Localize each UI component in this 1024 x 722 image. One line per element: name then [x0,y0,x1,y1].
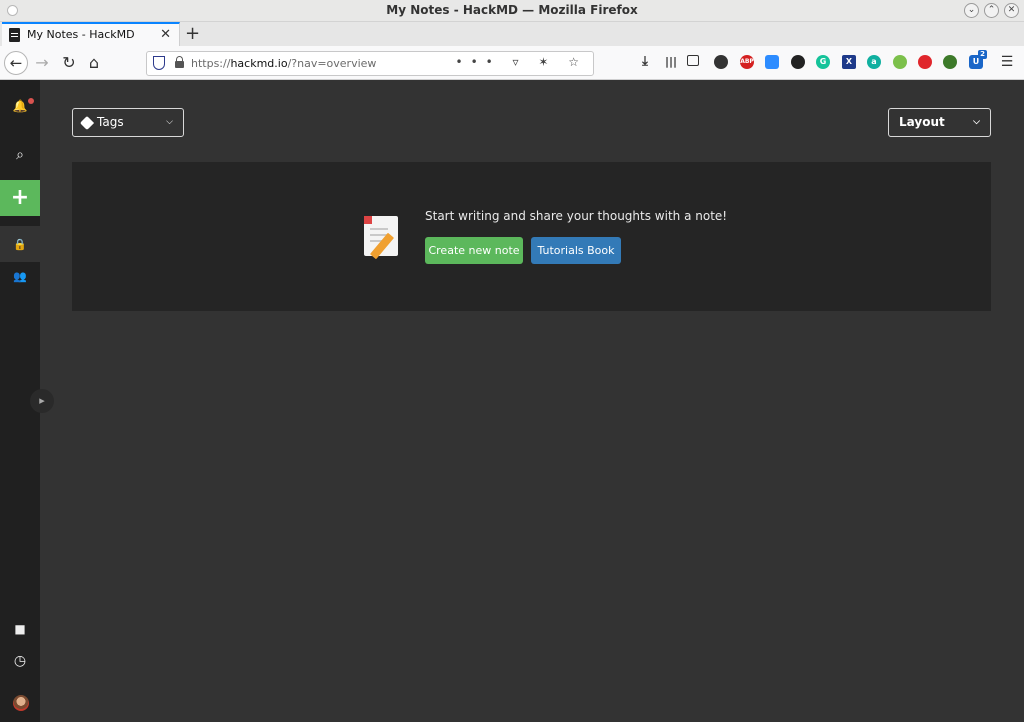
sidebar-collapse-handle[interactable]: ▸ [30,389,54,413]
chevron-down-icon: ⌵ [973,117,980,127]
close-window-button[interactable]: ✕ [1004,3,1019,18]
account-icon[interactable] [714,55,728,69]
url-text[interactable]: https://hackmd.io/?nav=overview [191,57,376,70]
zoom-extension-icon[interactable] [765,55,779,69]
library-icon[interactable]: ||| [664,55,678,69]
notification-dot [28,98,34,104]
create-new-note-button[interactable]: Create new note [425,237,523,264]
maximize-button[interactable]: ⌃ [984,3,999,18]
hackmd-app: 🔔 ⌕ + 🔒 👥 ■ ◷ ▸ Tags ⌵ Layout ⌵ Start wr… [0,80,1024,722]
note-pencil-icon [364,216,398,260]
tab-close-icon[interactable]: ✕ [160,27,171,42]
tab-title: My Notes - HackMD [27,28,135,41]
history-icon[interactable]: ◷ [0,643,40,679]
empty-state-message: Start writing and share your thoughts wi… [425,209,728,223]
back-button[interactable]: ← [4,51,28,75]
extension-badge: 2 [978,50,987,59]
adblock-plus-icon[interactable]: ABP [740,55,754,69]
new-note-button[interactable]: + [0,180,40,216]
hamburger-menu-icon[interactable]: ☰ [1000,55,1014,69]
red-extension-icon[interactable] [918,55,932,69]
chevron-down-icon: ⌵ [166,117,173,127]
bell-glyph: 🔔 [12,99,28,113]
lock-icon[interactable] [175,56,184,68]
search-icon[interactable]: ⌕ [0,137,40,173]
minimize-button[interactable]: ⌄ [964,3,979,18]
tutorials-book-button[interactable]: Tutorials Book [531,237,621,264]
navigation-toolbar: ← → ↻ ⌂ https://hackmd.io/?nav=overview … [0,46,1024,80]
extension-toolbar: ⤓ ||| ABP G X a U 2 ☰ [636,50,1020,71]
window-titlebar: My Notes - HackMD — Mozilla Firefox ⌄ ⌃ … [0,0,1024,22]
tracking-protection-icon[interactable] [153,56,165,70]
layout-label: Layout [899,115,945,129]
url-prefix: https:// [191,57,231,70]
url-bar[interactable]: https://hackmd.io/?nav=overview ••• ▿ ✶ … [146,51,594,76]
bookmark-icon[interactable]: ■ [0,611,40,647]
hackmd-favicon-icon [9,28,20,42]
lock-glyph: 🔒 [13,238,27,251]
forward-button[interactable]: → [30,51,54,75]
tag-icon [79,115,95,131]
tags-label: Tags [97,115,124,129]
home-button[interactable]: ⌂ [82,51,106,75]
grammarly-icon[interactable]: G [816,55,830,69]
a-extension-icon[interactable]: a [867,55,881,69]
tab-my-notes[interactable]: My Notes - HackMD ✕ [2,22,180,46]
layout-dropdown[interactable]: Layout ⌵ [888,108,991,137]
excel-extension-icon[interactable]: X [842,55,856,69]
note-fold [364,216,372,224]
pencil-shape [369,232,395,260]
reload-button[interactable]: ↻ [57,51,81,75]
new-tab-button[interactable]: + [185,23,200,44]
url-path: /?nav=overview [287,57,377,70]
window-title: My Notes - HackMD — Mozilla Firefox [386,3,638,17]
group-glyph: 👥 [13,270,27,283]
tab-strip: My Notes - HackMD ✕ + [0,22,1024,46]
note-line [370,228,388,230]
my-notes-lock-icon[interactable]: 🔒 [0,226,40,262]
page-actions[interactable]: ••• ▿ ✶ ☆ [455,55,587,69]
globe-extension-icon[interactable] [943,55,957,69]
url-host: hackmd.io [230,57,288,70]
teams-icon[interactable]: 👥 [0,258,40,294]
empty-notes-panel: Start writing and share your thoughts wi… [72,162,991,311]
green-extension-icon[interactable] [893,55,907,69]
tags-dropdown[interactable]: Tags ⌵ [72,108,184,137]
notifications-icon[interactable]: 🔔 [0,88,40,124]
sidebar-toggle-icon[interactable] [687,55,699,66]
ghostery-icon[interactable] [791,55,805,69]
downloads-icon[interactable]: ⤓ [638,55,652,69]
user-avatar[interactable] [13,695,29,711]
